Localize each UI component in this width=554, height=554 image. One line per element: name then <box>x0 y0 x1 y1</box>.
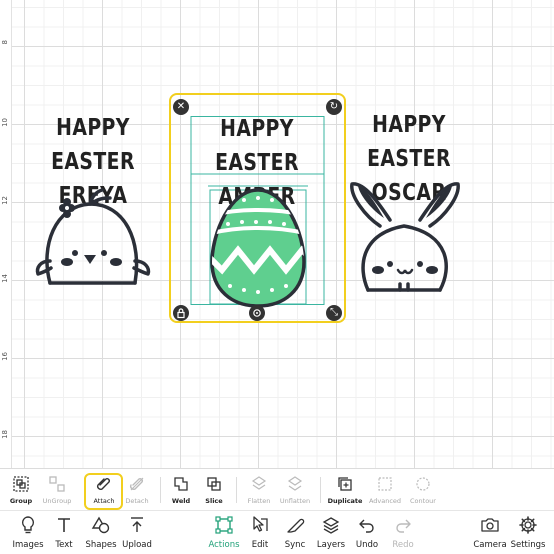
settings-label: Settings <box>510 540 546 550</box>
rotate-icon[interactable]: ↻ <box>326 99 342 115</box>
detach-button[interactable]: Detach <box>124 471 150 509</box>
menu-icon[interactable] <box>249 305 265 321</box>
flatten-label: Flatten <box>247 497 271 505</box>
contour-button[interactable]: Contour <box>408 471 438 509</box>
upload-button[interactable]: Upload <box>122 515 152 554</box>
undo-label: Undo <box>355 540 379 550</box>
images-label: Images <box>12 540 44 550</box>
ruler-mark: 16 <box>1 352 9 361</box>
detach-label: Detach <box>125 497 149 505</box>
undo-button[interactable]: Undo <box>354 515 380 554</box>
slice-label: Slice <box>205 497 223 505</box>
redo-label: Redo <box>392 540 414 550</box>
design-canvas[interactable]: 8 10 12 14 16 18 HAPPY EASTER FREYA HAPP… <box>0 0 554 468</box>
shapes-icon <box>90 515 112 535</box>
gear-icon <box>517 515 539 535</box>
text-icon <box>53 515 75 535</box>
unflatten-button[interactable]: Unflatten <box>278 471 312 509</box>
slice-button[interactable]: Slice <box>202 471 226 509</box>
contour-label: Contour <box>410 497 436 505</box>
duplicate-button[interactable]: Duplicate <box>328 471 362 509</box>
edit-icon <box>249 515 271 535</box>
ruler-mark: 12 <box>1 196 9 205</box>
divider <box>320 477 321 503</box>
edit-button[interactable]: Edit <box>248 515 272 554</box>
ungroup-label: UnGroup <box>42 497 72 505</box>
selection-box[interactable]: ✕ ↻ ⤡ <box>169 93 346 323</box>
sync-label: Sync <box>284 540 306 550</box>
contour-icon <box>412 474 434 494</box>
main-toolbar: Images Text Shapes Upload Actions Edit S… <box>0 510 554 554</box>
redo-icon <box>392 515 414 535</box>
unflatten-icon <box>284 474 306 494</box>
divider <box>160 477 161 503</box>
ungroup-button[interactable]: UnGroup <box>40 471 74 509</box>
camera-icon <box>479 515 501 535</box>
ungroup-icon <box>46 474 68 494</box>
lightbulb-icon <box>17 515 39 535</box>
advanced-icon <box>374 474 396 494</box>
lock-icon[interactable] <box>173 305 189 321</box>
layers-button[interactable]: Layers <box>316 515 346 554</box>
group-button[interactable]: Group <box>8 471 34 509</box>
weld-button[interactable]: Weld <box>169 471 193 509</box>
settings-button[interactable]: Settings <box>510 515 546 554</box>
advanced-label: Advanced <box>368 497 402 505</box>
ruler-mark: 10 <box>1 118 9 127</box>
edit-label: Edit <box>251 540 269 550</box>
upload-icon <box>126 515 148 535</box>
sync-button[interactable]: Sync <box>282 515 308 554</box>
text-button[interactable]: Text <box>52 515 76 554</box>
weld-label: Weld <box>171 497 191 505</box>
upload-label: Upload <box>122 540 152 550</box>
images-button[interactable]: Images <box>12 515 44 554</box>
ruler-mark: 8 <box>1 40 9 45</box>
duplicate-label: Duplicate <box>327 497 363 505</box>
group-label: Group <box>9 497 33 505</box>
close-icon[interactable]: ✕ <box>173 99 189 115</box>
card-line: HAPPY EASTER <box>367 112 451 172</box>
ruler-mark: 18 <box>1 430 9 439</box>
vertical-ruler: 8 10 12 14 16 18 <box>0 0 12 468</box>
resize-icon[interactable]: ⤡ <box>326 305 342 321</box>
camera-button[interactable]: Camera <box>473 515 507 554</box>
actions-label: Actions <box>208 540 240 550</box>
slice-icon <box>203 474 225 494</box>
actions-icon <box>213 515 235 535</box>
ruler-mark: 14 <box>1 274 9 283</box>
group-icon <box>10 474 32 494</box>
unflatten-label: Unflatten <box>279 497 311 505</box>
actions-button[interactable]: Actions <box>208 515 240 554</box>
flatten-icon <box>248 474 270 494</box>
camera-label: Camera <box>473 540 507 550</box>
duplicate-icon <box>334 474 356 494</box>
advanced-button[interactable]: Advanced <box>368 471 402 509</box>
redo-button[interactable]: Redo <box>390 515 416 554</box>
flatten-button[interactable]: Flatten <box>244 471 274 509</box>
chick-graphic <box>35 188 151 285</box>
weld-icon <box>170 474 192 494</box>
detach-icon <box>126 474 148 494</box>
layers-icon <box>320 515 342 535</box>
attach-highlight <box>84 473 123 510</box>
shapes-label: Shapes <box>85 540 117 550</box>
sync-icon <box>284 515 306 535</box>
bunny-graphic <box>350 182 460 292</box>
undo-icon <box>356 515 378 535</box>
layers-label: Layers <box>316 540 346 550</box>
card-line: HAPPY EASTER <box>51 115 135 175</box>
divider <box>236 477 237 503</box>
shapes-button[interactable]: Shapes <box>85 515 117 554</box>
text-label: Text <box>55 540 73 550</box>
